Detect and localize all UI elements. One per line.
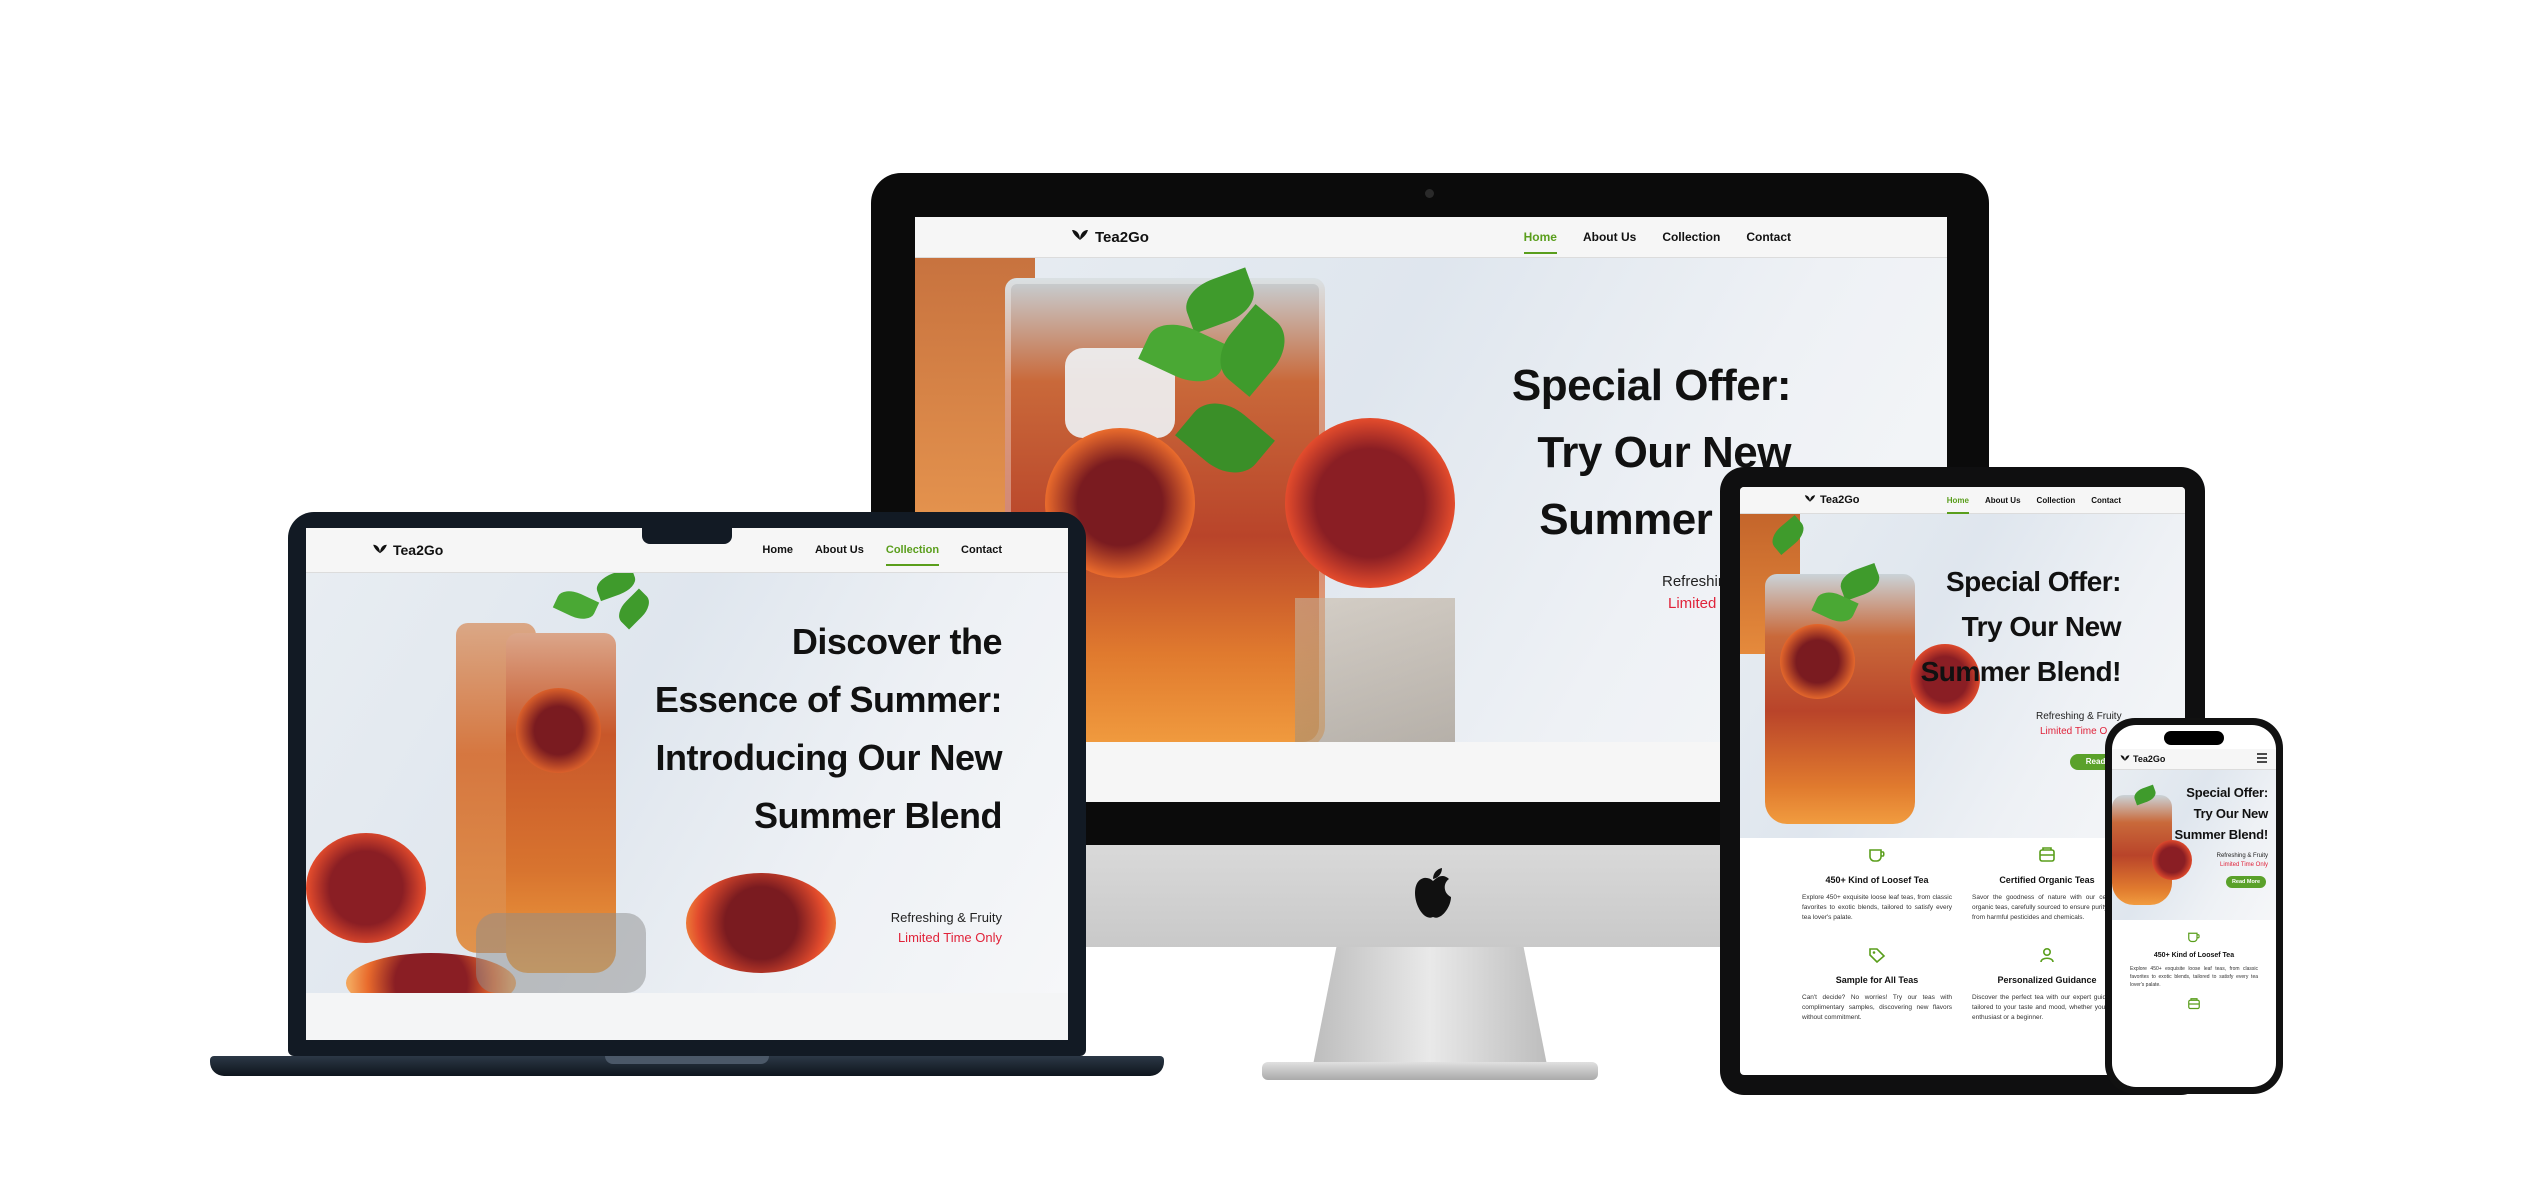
feature-card: Sample for All Teas Can't decide? No wor…	[1802, 947, 1952, 1023]
nav-collection[interactable]: Collection	[1662, 230, 1720, 244]
heading-line-1: Special Offer:	[1511, 361, 1792, 410]
desktop-navbar: Tea2Go Home About Us Collection Contact	[915, 217, 1947, 258]
heading-line-4: Summer Blend	[753, 795, 1003, 836]
phone-hero-sub: Refreshing & Fruity Limited Time Only	[2217, 852, 2268, 870]
phone-screen: Tea2Go Special Offer: Try Our New Summer…	[2112, 725, 2276, 1087]
nav-contact[interactable]: Contact	[1746, 230, 1791, 244]
desktop-hero-sub: Refreshin Limited	[1662, 571, 1726, 615]
tablet-menu: Home About Us Collection Contact	[1946, 493, 2121, 514]
feature-card: Certified Organic Teas Savor the goodnes…	[1972, 847, 2122, 923]
heading-line-3: Introducing Our New	[655, 737, 1003, 778]
feature-text: Savor the goodness of nature with our ce…	[1972, 894, 2122, 921]
nav-collection[interactable]: Collection	[2037, 496, 2076, 505]
desktop-stand-base	[1262, 1062, 1598, 1080]
read-more-button[interactable]: Read More	[2226, 876, 2266, 888]
nav-about-us[interactable]: About Us	[815, 544, 864, 556]
hero-subtitle: Refreshing & Fruity	[2036, 711, 2122, 722]
heading-line-3: Summer Blend!	[1920, 656, 2122, 687]
feature-text: Explore 450+ exquisite loose leaf teas, …	[2130, 966, 2258, 988]
hero-limited: Limited Time Only	[2219, 862, 2268, 868]
feature-title: 450+ Kind of Loosef Tea	[1825, 875, 1929, 885]
nav-home[interactable]: Home	[762, 544, 793, 556]
heading-line-2: Try Our New	[2193, 806, 2269, 821]
desktop-stand	[1313, 947, 1547, 1065]
cup-icon	[1802, 847, 1952, 869]
hamburger-icon[interactable]	[2256, 750, 2268, 768]
feature-card: 450+ Kind of Loosef Tea Explore 450+ exq…	[1802, 847, 1952, 923]
phone-device: Tea2Go Special Offer: Try Our New Summer…	[2105, 718, 2283, 1094]
feature-title: Certified Organic Teas	[1999, 875, 2095, 885]
hero-subtitle: Refreshing & Fruity	[890, 910, 1002, 925]
laptop-menu: Home About Us Collection Contact	[762, 540, 1002, 566]
laptop-brand-logo[interactable]: Tea2Go	[372, 542, 443, 558]
phone-navbar: Tea2Go	[2112, 749, 2276, 770]
leaf-icon	[2120, 754, 2130, 764]
laptop-notch	[642, 528, 732, 544]
nav-home[interactable]: Home	[1946, 493, 1970, 514]
brand-logo[interactable]: Tea2Go	[1071, 228, 1149, 246]
heading-line-3: Summer Blend!	[2174, 827, 2269, 842]
tablet-brand-logo[interactable]: Tea2Go	[1804, 494, 1860, 506]
nav-about-us[interactable]: About Us	[1985, 496, 2021, 505]
hero-limited: Limited	[1668, 595, 1717, 612]
heading-line-2: Try Our New	[1961, 611, 2122, 642]
tablet-hero-heading: Special Offer: Try Our New Summer Blend!	[1920, 559, 2122, 694]
camera-dot	[1425, 189, 1434, 198]
feature-card: Personalized Guidance Discover the perfe…	[1972, 947, 2122, 1023]
phone-feature: 450+ Kind of Loosef Tea Explore 450+ exq…	[2130, 930, 2258, 1015]
badge-icon	[1972, 847, 2122, 869]
person-icon	[1972, 947, 2122, 969]
laptop-hero-sub: Refreshing & Fruity Limited Time Only	[891, 908, 1002, 948]
feature-title: Personalized Guidance	[1997, 975, 2097, 985]
nav-home[interactable]: Home	[1523, 226, 1558, 254]
brand-name: Tea2Go	[1820, 494, 1860, 506]
tablet-navbar: Tea2Go Home About Us Collection Contact	[1740, 487, 2185, 514]
feature-title: 450+ Kind of Loosef Tea	[2153, 952, 2235, 959]
phone-hero-heading: Special Offer: Try Our New Summer Blend!	[2174, 782, 2269, 845]
feature-text: Explore 450+ exquisite loose leaf teas, …	[1802, 894, 1952, 921]
feature-text: Can't decide? No worries! Try our teas w…	[1802, 994, 1952, 1021]
feature-text: Discover the perfect tea with our expert…	[1972, 994, 2122, 1021]
tablet-features: 450+ Kind of Loosef Tea Explore 450+ exq…	[1802, 847, 2122, 1075]
phone-hero: Special Offer: Try Our New Summer Blend!…	[2112, 770, 2276, 920]
apple-logo-icon	[1409, 867, 1457, 928]
heading-line-1: Special Offer:	[2186, 785, 2268, 800]
hero-subtitle: Refreshin	[1662, 573, 1727, 590]
nav-contact[interactable]: Contact	[2091, 496, 2121, 505]
heading-line-1: Discover the	[791, 621, 1003, 662]
badge-icon	[2130, 997, 2258, 1015]
laptop-base	[210, 1056, 1164, 1076]
laptop-lid: Tea2Go Home About Us Collection Contact	[288, 512, 1086, 1056]
nav-about-us[interactable]: About Us	[1583, 230, 1636, 244]
phone-brand-logo[interactable]: Tea2Go	[2120, 754, 2165, 764]
leaf-icon	[1071, 228, 1089, 246]
nav-contact[interactable]: Contact	[961, 544, 1002, 556]
leaf-icon	[1804, 494, 1816, 506]
brand-name: Tea2Go	[393, 542, 444, 558]
laptop-hero: Discover the Essence of Summer: Introduc…	[306, 573, 1068, 993]
leaf-icon	[372, 542, 388, 558]
cup-icon	[2130, 930, 2258, 946]
brand-name: Tea2Go	[1095, 228, 1149, 246]
phone-dynamic-island	[2164, 731, 2224, 745]
heading-line-1: Special Offer:	[1945, 566, 2122, 597]
desktop-menu: Home About Us Collection Contact	[1523, 226, 1791, 254]
hero-limited: Limited Time Only	[897, 930, 1002, 945]
laptop-screen: Tea2Go Home About Us Collection Contact	[306, 528, 1068, 1040]
tag-icon	[1802, 947, 1952, 969]
feature-title: Sample for All Teas	[1835, 975, 1919, 985]
laptop-hero-heading: Discover the Essence of Summer: Introduc…	[654, 613, 1003, 845]
hero-subtitle: Refreshing & Fruity	[2216, 853, 2268, 859]
heading-line-2: Essence of Summer:	[654, 679, 1003, 720]
brand-name: Tea2Go	[2133, 754, 2166, 764]
nav-collection[interactable]: Collection	[885, 540, 940, 566]
laptop-hinge-notch	[605, 1056, 769, 1064]
